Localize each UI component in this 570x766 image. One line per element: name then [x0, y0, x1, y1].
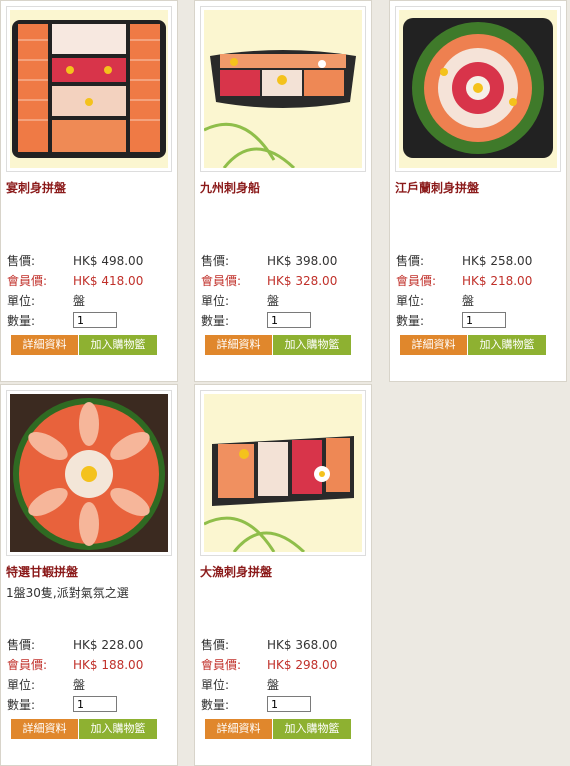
- unit-label: 單位:: [7, 294, 36, 308]
- price-label: 售價:: [201, 254, 230, 268]
- product-image[interactable]: [6, 390, 172, 556]
- member-price-value: HK$ 188.00: [73, 658, 144, 672]
- sweet-shrimp-platter-image: [10, 394, 168, 552]
- member-price-label: 會員價:: [7, 274, 48, 288]
- quantity-label: 數量:: [201, 314, 230, 328]
- product-name[interactable]: 大漁刺身拼盤: [200, 563, 272, 580]
- product-image[interactable]: [395, 6, 561, 172]
- product-card: 江戶蘭刺身拼盤 售價: HK$ 258.00 會員價: HK$ 218.00 單位:…: [389, 0, 567, 382]
- unit-value: 盤: [73, 294, 86, 308]
- unit-label: 單位:: [7, 678, 36, 692]
- details-button[interactable]: 詳細資料: [205, 335, 272, 355]
- member-price-value: HK$ 418.00: [73, 274, 144, 288]
- quantity-label: 數量:: [7, 314, 36, 328]
- unit-label: 單位:: [201, 294, 230, 308]
- product-info: 售價: HK$ 498.00 會員價: HK$ 418.00 單位: 盤 數量:: [7, 251, 173, 331]
- product-name[interactable]: 宴刺身拼盤: [6, 179, 66, 196]
- price-value: HK$ 258.00: [462, 254, 533, 268]
- price-label: 售價:: [201, 638, 230, 652]
- unit-label: 單位:: [396, 294, 425, 308]
- price-value: HK$ 368.00: [267, 638, 338, 652]
- add-to-cart-button[interactable]: 加入購物籃: [273, 719, 351, 739]
- product-info: 售價: HK$ 258.00 會員價: HK$ 218.00 單位: 盤 數量:: [396, 251, 562, 331]
- product-description: 1盤30隻,派對氣氛之選: [6, 586, 129, 600]
- unit-value: 盤: [73, 678, 86, 692]
- details-button[interactable]: 詳細資料: [400, 335, 467, 355]
- member-price-label: 會員價:: [201, 658, 242, 672]
- price-value: HK$ 228.00: [73, 638, 144, 652]
- product-card: 特選甘蝦拼盤 1盤30隻,派對氣氛之選 售價: HK$ 228.00 會員價: HK…: [0, 384, 178, 766]
- product-name[interactable]: 特選甘蝦拼盤: [6, 563, 78, 580]
- product-card: 宴刺身拼盤 售價: HK$ 498.00 會員價: HK$ 418.00 單位: 盤 …: [0, 0, 178, 382]
- quantity-input[interactable]: [462, 312, 506, 328]
- add-to-cart-button[interactable]: 加入購物籃: [468, 335, 546, 355]
- sashimi-round-platter-image: [399, 10, 557, 168]
- sashimi-platter-image: [204, 394, 362, 552]
- unit-value: 盤: [267, 678, 280, 692]
- price-label: 售價:: [396, 254, 425, 268]
- quantity-input[interactable]: [73, 312, 117, 328]
- unit-label: 單位:: [201, 678, 230, 692]
- details-button[interactable]: 詳細資料: [11, 335, 78, 355]
- member-price-value: HK$ 298.00: [267, 658, 338, 672]
- quantity-label: 數量:: [396, 314, 425, 328]
- product-name[interactable]: 九州刺身船: [200, 179, 260, 196]
- add-to-cart-button[interactable]: 加入購物籃: [79, 335, 157, 355]
- price-value: HK$ 398.00: [267, 254, 338, 268]
- product-info: 售價: HK$ 228.00 會員價: HK$ 188.00 單位: 盤 數量:: [7, 635, 173, 715]
- product-image[interactable]: [200, 6, 366, 172]
- member-price-label: 會員價:: [201, 274, 242, 288]
- sashimi-platter-image: [10, 10, 168, 168]
- add-to-cart-button[interactable]: 加入購物籃: [273, 335, 351, 355]
- add-to-cart-button[interactable]: 加入購物籃: [79, 719, 157, 739]
- sashimi-boat-image: [204, 10, 362, 168]
- product-image[interactable]: [200, 390, 366, 556]
- quantity-label: 數量:: [201, 698, 230, 712]
- unit-value: 盤: [462, 294, 475, 308]
- product-card: 大漁刺身拼盤 售價: HK$ 368.00 會員價: HK$ 298.00 單位: 盤…: [194, 384, 372, 766]
- product-image[interactable]: [6, 6, 172, 172]
- product-card: 九州刺身船 售價: HK$ 398.00 會員價: HK$ 328.00 單位: 盤 …: [194, 0, 372, 382]
- quantity-input[interactable]: [267, 312, 311, 328]
- product-info: 售價: HK$ 398.00 會員價: HK$ 328.00 單位: 盤 數量:: [201, 251, 367, 331]
- member-price-label: 會員價:: [7, 658, 48, 672]
- member-price-value: HK$ 328.00: [267, 274, 338, 288]
- quantity-input[interactable]: [73, 696, 117, 712]
- details-button[interactable]: 詳細資料: [11, 719, 78, 739]
- member-price-label: 會員價:: [396, 274, 437, 288]
- details-button[interactable]: 詳細資料: [205, 719, 272, 739]
- quantity-label: 數量:: [7, 698, 36, 712]
- price-label: 售價:: [7, 254, 36, 268]
- quantity-input[interactable]: [267, 696, 311, 712]
- member-price-value: HK$ 218.00: [462, 274, 533, 288]
- price-value: HK$ 498.00: [73, 254, 144, 268]
- product-info: 售價: HK$ 368.00 會員價: HK$ 298.00 單位: 盤 數量:: [201, 635, 367, 715]
- price-label: 售價:: [7, 638, 36, 652]
- unit-value: 盤: [267, 294, 280, 308]
- product-name[interactable]: 江戶蘭刺身拼盤: [395, 179, 479, 196]
